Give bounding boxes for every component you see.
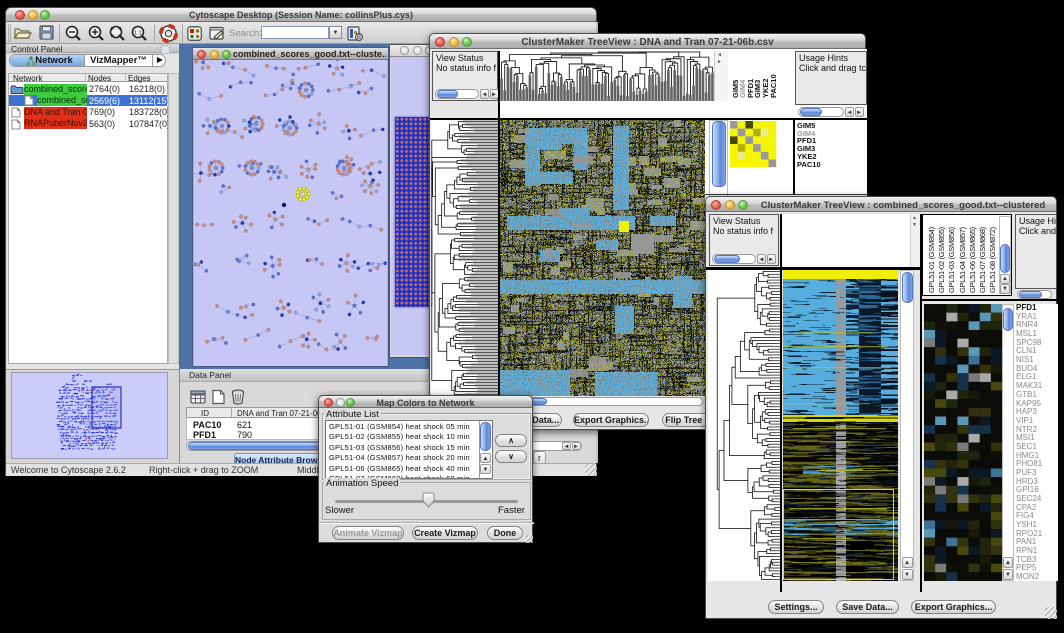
- svg-text:1:1: 1:1: [134, 31, 142, 37]
- svg-text:B: B: [357, 35, 361, 41]
